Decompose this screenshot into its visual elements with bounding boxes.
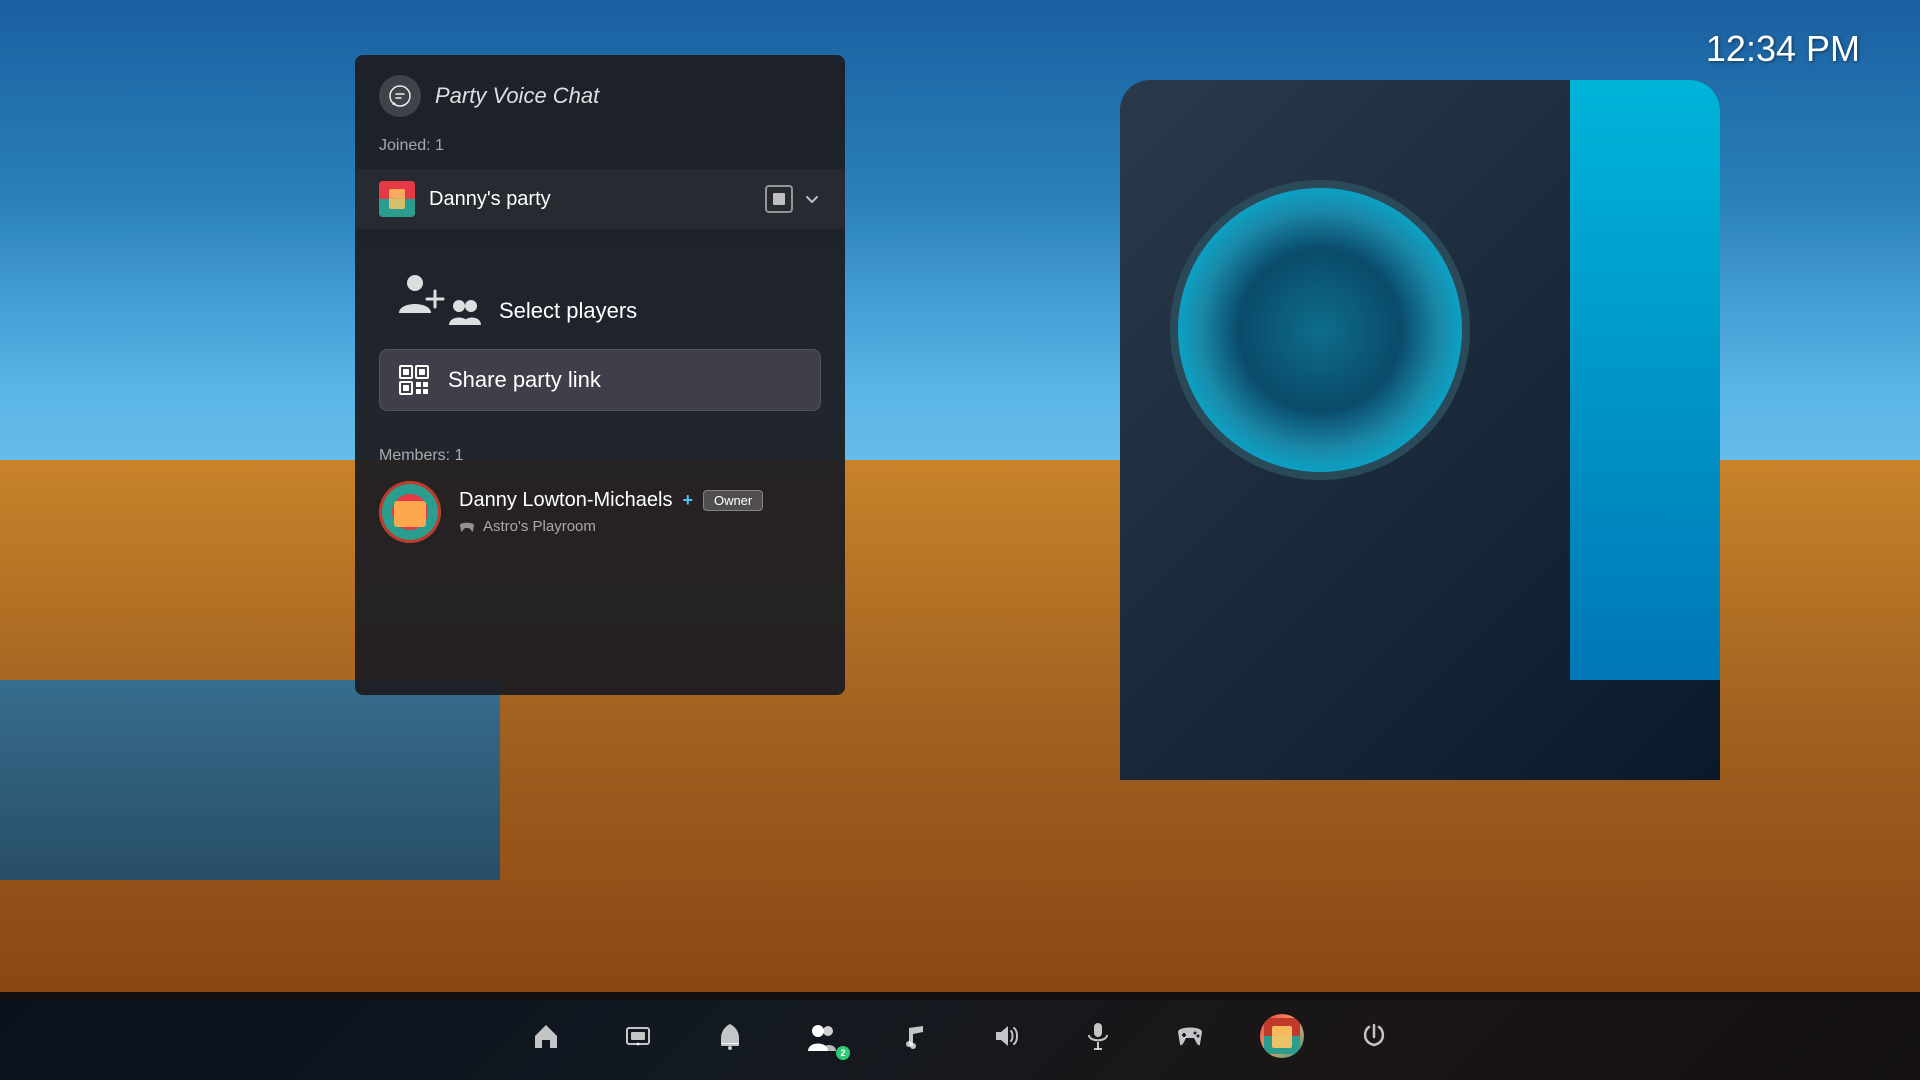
member-row[interactable]: Danny Lowton-Michaels + Owner Astro's Pl…	[379, 481, 821, 543]
background-overlay	[0, 0, 1920, 1080]
party-badge-count: 2	[840, 1048, 845, 1058]
panel-header: Party Voice Chat	[355, 55, 845, 137]
taskbar-power[interactable]	[1348, 1010, 1400, 1062]
share-party-link-button[interactable]: Share party link	[379, 349, 821, 411]
group-icon	[447, 293, 483, 329]
party-avatar	[379, 181, 415, 217]
taskbar-game-library[interactable]	[612, 1010, 664, 1062]
qr-code-icon	[396, 362, 432, 398]
clock: 12:34 PM	[1706, 28, 1860, 70]
building-accent	[1570, 80, 1720, 680]
taskbar-music[interactable]	[888, 1010, 940, 1062]
square-button[interactable]	[765, 185, 793, 213]
ps-plus-icon: +	[682, 490, 693, 511]
owner-badge: Owner	[703, 490, 763, 511]
add-person-icon	[395, 267, 447, 319]
party-panel: Party Voice Chat Joined: 1 Danny's party	[355, 55, 845, 695]
party-controls	[765, 185, 821, 213]
joined-count: Joined: 1	[355, 137, 845, 169]
water-bg	[0, 680, 500, 880]
taskbar-party[interactable]: 2	[796, 1010, 848, 1062]
member-game: Astro's Playroom	[459, 518, 821, 535]
building-bg	[1120, 80, 1720, 780]
chevron-down-icon[interactable]	[803, 190, 821, 208]
taskbar-profile[interactable]	[1256, 1010, 1308, 1062]
profile-avatar	[1260, 1014, 1304, 1058]
member-name-row: Danny Lowton-Michaels + Owner	[459, 489, 821, 512]
select-players-container	[379, 257, 821, 329]
party-name: Danny's party	[429, 188, 751, 211]
member-name: Danny Lowton-Michaels	[459, 489, 672, 512]
members-count: Members: 1	[379, 447, 821, 465]
party-badge: 2	[836, 1046, 850, 1060]
member-game-name: Astro's Playroom	[483, 518, 596, 535]
member-info: Danny Lowton-Michaels + Owner Astro's Pl…	[459, 489, 821, 535]
taskbar-notifications[interactable]	[704, 1010, 756, 1062]
share-party-link-label: Share party link	[448, 367, 601, 393]
building-fan	[1170, 180, 1470, 480]
panel-title: Party Voice Chat	[435, 83, 599, 109]
members-section: Members: 1 Danny Lowton-Michaels + Owner	[355, 431, 845, 543]
taskbar-sound[interactable]	[980, 1010, 1032, 1062]
taskbar-home[interactable]	[520, 1010, 572, 1062]
taskbar-gamepad[interactable]	[1164, 1010, 1216, 1062]
party-row[interactable]: Danny's party	[355, 169, 845, 229]
taskbar-microphone[interactable]	[1072, 1010, 1124, 1062]
actions-area: Select players	[355, 237, 845, 431]
member-avatar	[379, 481, 441, 543]
party-chat-icon	[379, 75, 421, 117]
game-controller-icon	[459, 521, 475, 533]
taskbar: 2	[0, 992, 1920, 1080]
